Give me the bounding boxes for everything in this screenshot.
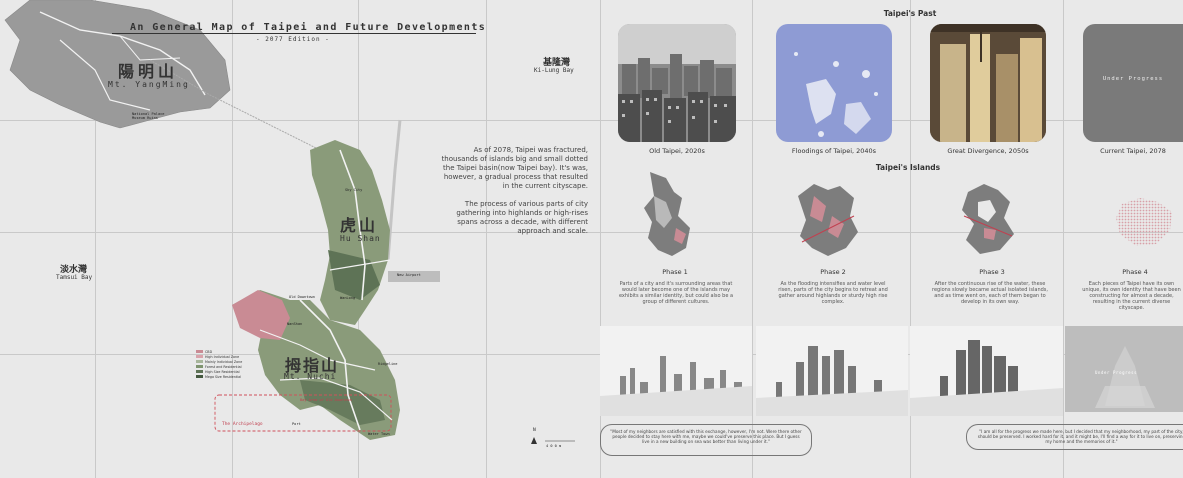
map-title: An General Map of Taipei and Future Deve… [130,22,487,33]
under-progress-overlay: Under Progress [1102,76,1164,82]
past-caption-4: Current Taipei, 2078 [1100,147,1166,155]
phase-4-render: Under Progress [1065,326,1183,412]
quote-2: "I am all for the progress we made here,… [966,424,1183,450]
connector-road [386,119,402,261]
phase-1-text: Parts of a city and it's surrounding are… [618,281,734,305]
intro-paragraph-1: As of 2078, Taipei was fractured, thousa… [441,146,588,190]
bay-area-label: Bay Area of Old Downtown [300,398,352,402]
phase-3-render [910,326,1063,416]
archipelago-label: The Archipelago [222,422,263,427]
past-caption-3: Great Divergence, 2050s [947,147,1029,155]
legend-item: Mega Size Residential [196,374,242,379]
hushan-en-label: Hu Shan [340,234,381,243]
tamsui-en-label: Tamsui Bay [56,274,93,281]
north-arrow-icon [531,437,537,444]
phase-4-text: Each pieces of Taipei have its own uniqu… [1082,281,1181,311]
legend-swatch [196,350,203,353]
legend-swatch [196,365,203,368]
national-palace-label: National Palace Museum Ruins [132,112,165,120]
floodings-image [776,24,892,142]
wanlong-label: WanLong [340,296,356,300]
past-caption-2: Floodings of Taipei, 2040s [791,147,877,155]
scale-label: 4 0 0 m [546,444,562,448]
north-label: N [533,428,536,433]
legend-label: High Size Residential [205,369,240,374]
phase-3-title: Phase 3 [979,268,1005,276]
ridgeline-label: Ridgeline [378,362,398,366]
map-legend: CBD High Individual Zone Mainly Individual… [196,349,242,379]
great-divergence-image [930,24,1046,142]
phase-4-overlay: Under Progress [1095,370,1138,375]
legend-swatch [196,355,203,358]
grid-line [752,0,753,478]
islands-section-title: Taipei's Islands [875,163,941,172]
phase-2-render [756,326,908,416]
keelung-en-label: Ki-Lung Bay [534,67,574,74]
phase-2-diagram [798,184,858,256]
yangming-en-label: Mt. YangMing [108,80,190,89]
map-edition: - 2077 Edition - [256,36,330,43]
water-town-label: Water Town [368,432,390,436]
phase-3-text: After the continuous rise of the water, … [932,281,1048,305]
grid-line [1063,0,1064,478]
past-caption-1: Old Taipei, 2020s [649,147,705,155]
legend-label: Forest and Residential [205,364,242,369]
legend-label: High Individual Zone [205,354,240,359]
legend-swatch [196,370,203,373]
legend-swatch [196,360,203,363]
title-underline [112,33,476,34]
phase-2-title: Phase 2 [820,268,846,276]
old-downtown-label: Old Downtown [289,295,315,299]
current-taipei-image: Under Progress [1083,24,1183,142]
legend-label: Mainly Individual Zone [205,359,243,364]
phase-4-diagram [1116,198,1172,246]
past-section-title: Taipei's Past [883,9,937,18]
quote-1: "Most of my neighbors are satisfied with… [600,424,812,456]
mtnuchi-en-label: Mt. Nuchi [284,372,337,381]
hushan-cn-label: 虎山 [340,216,379,235]
phase-2-text: As the flooding intensifies and water le… [778,281,888,305]
legend-label: CBD [205,349,213,354]
legend-label: Mega Size Residential [205,374,242,379]
sky-city-label: Sky City [345,188,363,192]
new-airport-label: New Airport [397,273,421,277]
intro-paragraph-2: The process of various parts of city gat… [456,200,588,235]
phase-1-title: Phase 1 [662,268,688,276]
phase-4-title: Phase 4 [1122,268,1148,276]
legend-swatch [196,375,203,378]
nanshan-label: NanShan [287,322,303,326]
phase-1-diagram [644,172,690,256]
old-taipei-image [618,24,736,142]
taipei-map [4,0,575,444]
port-label: Port [292,422,301,426]
yangming-cn-label: 陽明山 [118,62,179,81]
phase-3-diagram [962,184,1014,254]
intro-text: As of 2078, Taipei was fractured, thousa… [438,146,588,236]
phase-1-render [600,326,752,416]
